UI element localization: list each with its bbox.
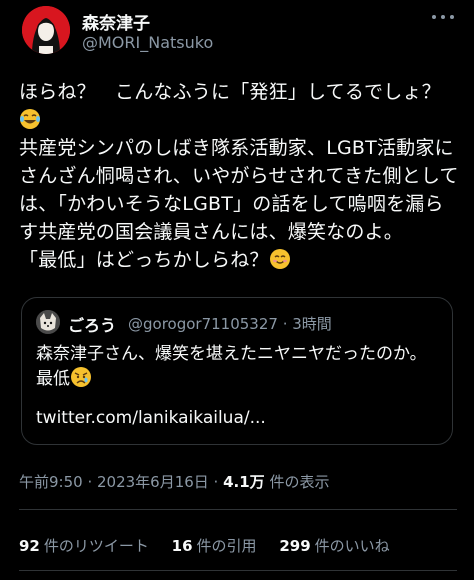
sad-emoji	[70, 366, 92, 388]
tweet-body: 共産党シンパのしばき隊系活動家、LGBT活動家にさんざん恫喝され、いやがらせされ…	[19, 137, 459, 243]
author-handle[interactable]: @MORI_Natsuko	[82, 33, 213, 52]
tweet-meta: 午前9:50 · 2023年6月16日 · 4.1万 件の表示	[19, 471, 329, 492]
tweet-line-1: ほらね？ こんなふうに「発狂」してるでしょ？	[19, 81, 441, 103]
timestamp[interactable]: 午前9:50 · 2023年6月16日 ·	[19, 473, 223, 491]
views-label: 件の表示	[264, 473, 330, 491]
retweets-count: 92	[19, 537, 40, 555]
quotes-label: 件の引用	[196, 537, 257, 555]
retweets-stat[interactable]: 92 件のリツイート	[19, 535, 149, 556]
quoted-avatar	[36, 310, 60, 334]
tweet-line-last: 「最低」はどっちかしらね？	[19, 249, 269, 271]
author-name[interactable]: 森奈津子	[82, 9, 150, 34]
divider	[19, 570, 457, 571]
divider	[19, 509, 457, 510]
tweet-header: 森奈津子 @MORI_Natsuko	[18, 0, 458, 60]
likes-count: 299	[279, 537, 311, 555]
quoted-link[interactable]: twitter.com/lanikaikailua/...	[36, 408, 266, 428]
quotes-count: 16	[171, 537, 193, 555]
laughing-emoji	[19, 108, 41, 130]
smiling-emoji	[269, 248, 291, 270]
engagement-stats: 92 件のリツイート 16 件の引用 299 件のいいね	[19, 535, 408, 556]
quoted-tweet[interactable]: ごろう @gorogor71105327 · 3時間 森奈津子さん、爆笑を堪えた…	[21, 297, 453, 445]
more-icon[interactable]	[430, 10, 456, 24]
quoted-author-handle-time: @gorogor71105327 · 3時間	[128, 315, 332, 333]
likes-label: 件のいいね	[314, 537, 390, 555]
quotes-stat[interactable]: 16 件の引用	[172, 535, 257, 556]
quoted-tweet-text: 森奈津子さん、爆笑を堪えたニヤニヤだったのか。最低	[36, 342, 440, 391]
tweet-text: ほらね？ こんなふうに「発狂」してるでしょ？ 共産党シンパのしばき隊系活動家、L…	[19, 78, 459, 274]
retweets-label: 件のリツイート	[43, 537, 149, 555]
likes-stat[interactable]: 299 件のいいね	[279, 535, 389, 556]
avatar[interactable]	[22, 6, 70, 54]
quoted-author-name: ごろう	[68, 316, 117, 335]
quoted-text: 森奈津子さん、爆笑を堪えたニヤニヤだったのか。最低	[36, 344, 427, 389]
views-count: 4.1万	[223, 473, 265, 491]
avatar-image	[22, 6, 70, 54]
